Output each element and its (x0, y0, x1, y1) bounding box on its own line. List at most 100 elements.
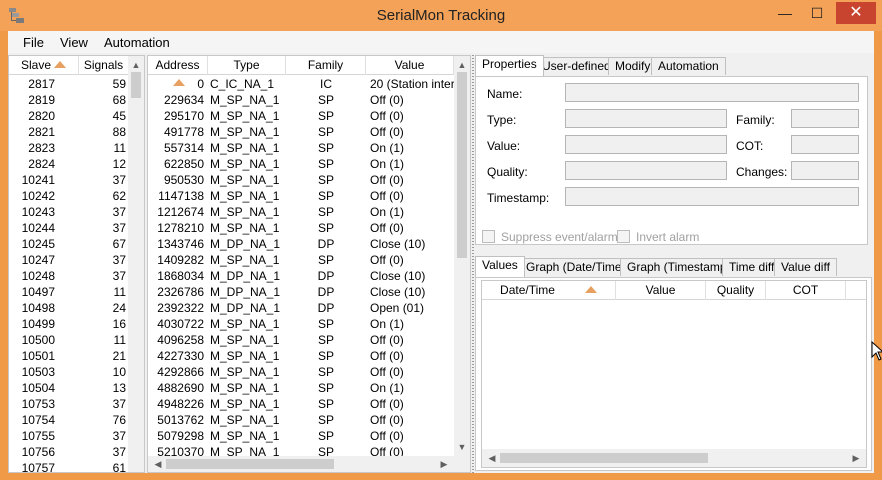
table-row[interactable]: 4030722 M_SP_NA_1 SP On (1) (148, 316, 454, 332)
table-row[interactable]: 2819 68 (9, 92, 128, 108)
signal-list-hscrollbar[interactable]: ◀ ▶ (148, 456, 454, 472)
family-field[interactable] (791, 109, 859, 128)
column-header-hvalue[interactable]: Value (616, 281, 706, 300)
table-row[interactable]: 10754 76 (9, 412, 128, 428)
history-hscrollbar[interactable]: ◀ ▶ (482, 449, 866, 467)
tab-user-defined[interactable]: User-defined (535, 57, 618, 75)
table-row[interactable]: 0 C_IC_NA_1 IC 20 (Station interro (148, 76, 454, 92)
table-row[interactable]: 10244 37 (9, 220, 128, 236)
table-row[interactable]: 950530 M_SP_NA_1 SP Off (0) (148, 172, 454, 188)
column-header-quality[interactable]: Quality (706, 281, 766, 300)
table-row[interactable]: 10757 61 (9, 460, 128, 472)
table-row[interactable]: 10242 62 (9, 188, 128, 204)
column-header-slave[interactable]: Slave (9, 56, 79, 75)
slave-list[interactable]: Slave Signals 2817 59 2819 68 2820 45 2821 88 28… (8, 55, 145, 473)
name-field[interactable] (565, 83, 859, 102)
table-row[interactable]: 1343746 M_DP_NA_1 DP Close (10) (148, 236, 454, 252)
table-row[interactable]: 4948226 M_SP_NA_1 SP Off (0) (148, 396, 454, 412)
scrollbar-thumb[interactable] (457, 72, 467, 258)
timestamp-field[interactable] (565, 187, 859, 206)
table-row[interactable]: 4227330 M_SP_NA_1 SP Off (0) (148, 348, 454, 364)
table-row[interactable]: 10755 37 (9, 428, 128, 444)
invert-checkbox[interactable] (617, 230, 630, 243)
tab-properties[interactable]: Properties (475, 55, 544, 76)
table-row[interactable]: 1147138 M_SP_NA_1 SP Off (0) (148, 188, 454, 204)
tab-automation[interactable]: Automation (651, 57, 726, 75)
table-row[interactable]: 2820 45 (9, 108, 128, 124)
table-row[interactable]: 2821 88 (9, 124, 128, 140)
signal-list-vscrollbar[interactable]: ▲ ▼ (454, 56, 470, 456)
title-bar[interactable]: SerialMon Tracking — ☐ ✕ (0, 0, 882, 31)
menu-view[interactable]: View (60, 35, 88, 50)
scroll-left-icon[interactable]: ◀ (150, 458, 166, 470)
table-row[interactable]: 10497 11 (9, 284, 128, 300)
value-field[interactable] (565, 135, 727, 154)
table-row[interactable]: 491778 M_SP_NA_1 SP Off (0) (148, 124, 454, 140)
tab-value-diff[interactable]: Value diff (774, 258, 837, 276)
scroll-up-icon[interactable]: ▲ (128, 59, 144, 71)
table-row[interactable]: 4882690 M_SP_NA_1 SP On (1) (148, 380, 454, 396)
table-row[interactable]: 295170 M_SP_NA_1 SP Off (0) (148, 108, 454, 124)
table-row[interactable]: 10245 67 (9, 236, 128, 252)
quality-field[interactable] (565, 161, 727, 180)
cot-field[interactable] (791, 135, 859, 154)
tab-time-diff[interactable]: Time diff (722, 258, 782, 276)
maximize-button[interactable]: ☐ (802, 2, 832, 24)
scroll-up-icon[interactable]: ▲ (454, 59, 470, 71)
table-row[interactable]: 10501 21 (9, 348, 128, 364)
table-row[interactable]: 10503 10 (9, 364, 128, 380)
signal-list[interactable]: Address Type Family Value 0 C_IC_NA_1 IC 20… (147, 55, 471, 473)
tab-graph-timestamp[interactable]: Graph (Timestamp) (620, 258, 738, 276)
scroll-left-icon[interactable]: ◀ (484, 452, 500, 464)
table-row[interactable]: 10243 37 (9, 204, 128, 220)
menu-automation[interactable]: Automation (104, 35, 170, 50)
changes-field[interactable] (791, 161, 859, 180)
table-row[interactable]: 622850 M_SP_NA_1 SP On (1) (148, 156, 454, 172)
column-header-address[interactable]: Address (148, 56, 208, 86)
column-header-cot[interactable]: COT (766, 281, 846, 300)
table-row[interactable]: 10753 37 (9, 396, 128, 412)
column-header-datetime[interactable]: Date/Time (482, 281, 616, 300)
scrollbar-thumb[interactable] (500, 453, 708, 463)
table-row[interactable]: 2824 12 (9, 156, 128, 172)
column-header-type[interactable]: Type (208, 56, 286, 75)
type-field[interactable] (565, 109, 727, 128)
panel-splitter[interactable] (472, 55, 474, 473)
tab-values[interactable]: Values (475, 256, 525, 277)
table-row[interactable]: 229634 M_SP_NA_1 SP Off (0) (148, 92, 454, 108)
close-button[interactable]: ✕ (836, 2, 876, 24)
table-row[interactable]: 5013762 M_SP_NA_1 SP Off (0) (148, 412, 454, 428)
table-row[interactable]: 557314 M_SP_NA_1 SP On (1) (148, 140, 454, 156)
table-row[interactable]: 4292866 M_SP_NA_1 SP Off (0) (148, 364, 454, 380)
table-row[interactable]: 2392322 M_DP_NA_1 DP Open (01) (148, 300, 454, 316)
menu-file[interactable]: File (23, 35, 44, 50)
table-row[interactable]: 1212674 M_SP_NA_1 SP On (1) (148, 204, 454, 220)
table-row[interactable]: 1868034 M_DP_NA_1 DP Close (10) (148, 268, 454, 284)
table-row[interactable]: 10498 24 (9, 300, 128, 316)
scroll-right-icon[interactable]: ▶ (848, 452, 864, 464)
table-row[interactable]: 10241 37 (9, 172, 128, 188)
scroll-right-icon[interactable]: ▶ (436, 458, 452, 470)
scrollbar-thumb[interactable] (131, 72, 141, 98)
history-list[interactable]: Date/Time Value Quality COT ◀ ▶ (481, 280, 867, 468)
table-row[interactable]: 1409282 M_SP_NA_1 SP Off (0) (148, 252, 454, 268)
table-row[interactable]: 10500 11 (9, 332, 128, 348)
table-row[interactable]: 2326786 M_DP_NA_1 DP Close (10) (148, 284, 454, 300)
minimize-button[interactable]: — (770, 2, 800, 24)
suppress-checkbox[interactable] (482, 230, 495, 243)
table-row[interactable]: 10504 13 (9, 380, 128, 396)
table-row[interactable]: 5079298 M_SP_NA_1 SP Off (0) (148, 428, 454, 444)
invert-option[interactable]: Invert alarm (617, 230, 699, 244)
table-row[interactable]: 1278210 M_SP_NA_1 SP Off (0) (148, 220, 454, 236)
scroll-down-icon[interactable]: ▼ (454, 441, 470, 453)
table-row[interactable]: 10756 37 (9, 444, 128, 460)
table-row[interactable]: 2823 11 (9, 140, 128, 156)
column-header-family[interactable]: Family (286, 56, 366, 75)
scrollbar-thumb[interactable] (166, 459, 334, 469)
tab-modify[interactable]: Modify (608, 57, 658, 75)
table-row[interactable]: 10248 37 (9, 268, 128, 284)
slave-list-scrollbar[interactable]: ▲ (128, 56, 144, 472)
column-header-signals[interactable]: Signals (79, 56, 129, 75)
tab-graph-datetime[interactable]: Graph (Date/Time) (519, 258, 633, 276)
table-row[interactable]: 10499 16 (9, 316, 128, 332)
